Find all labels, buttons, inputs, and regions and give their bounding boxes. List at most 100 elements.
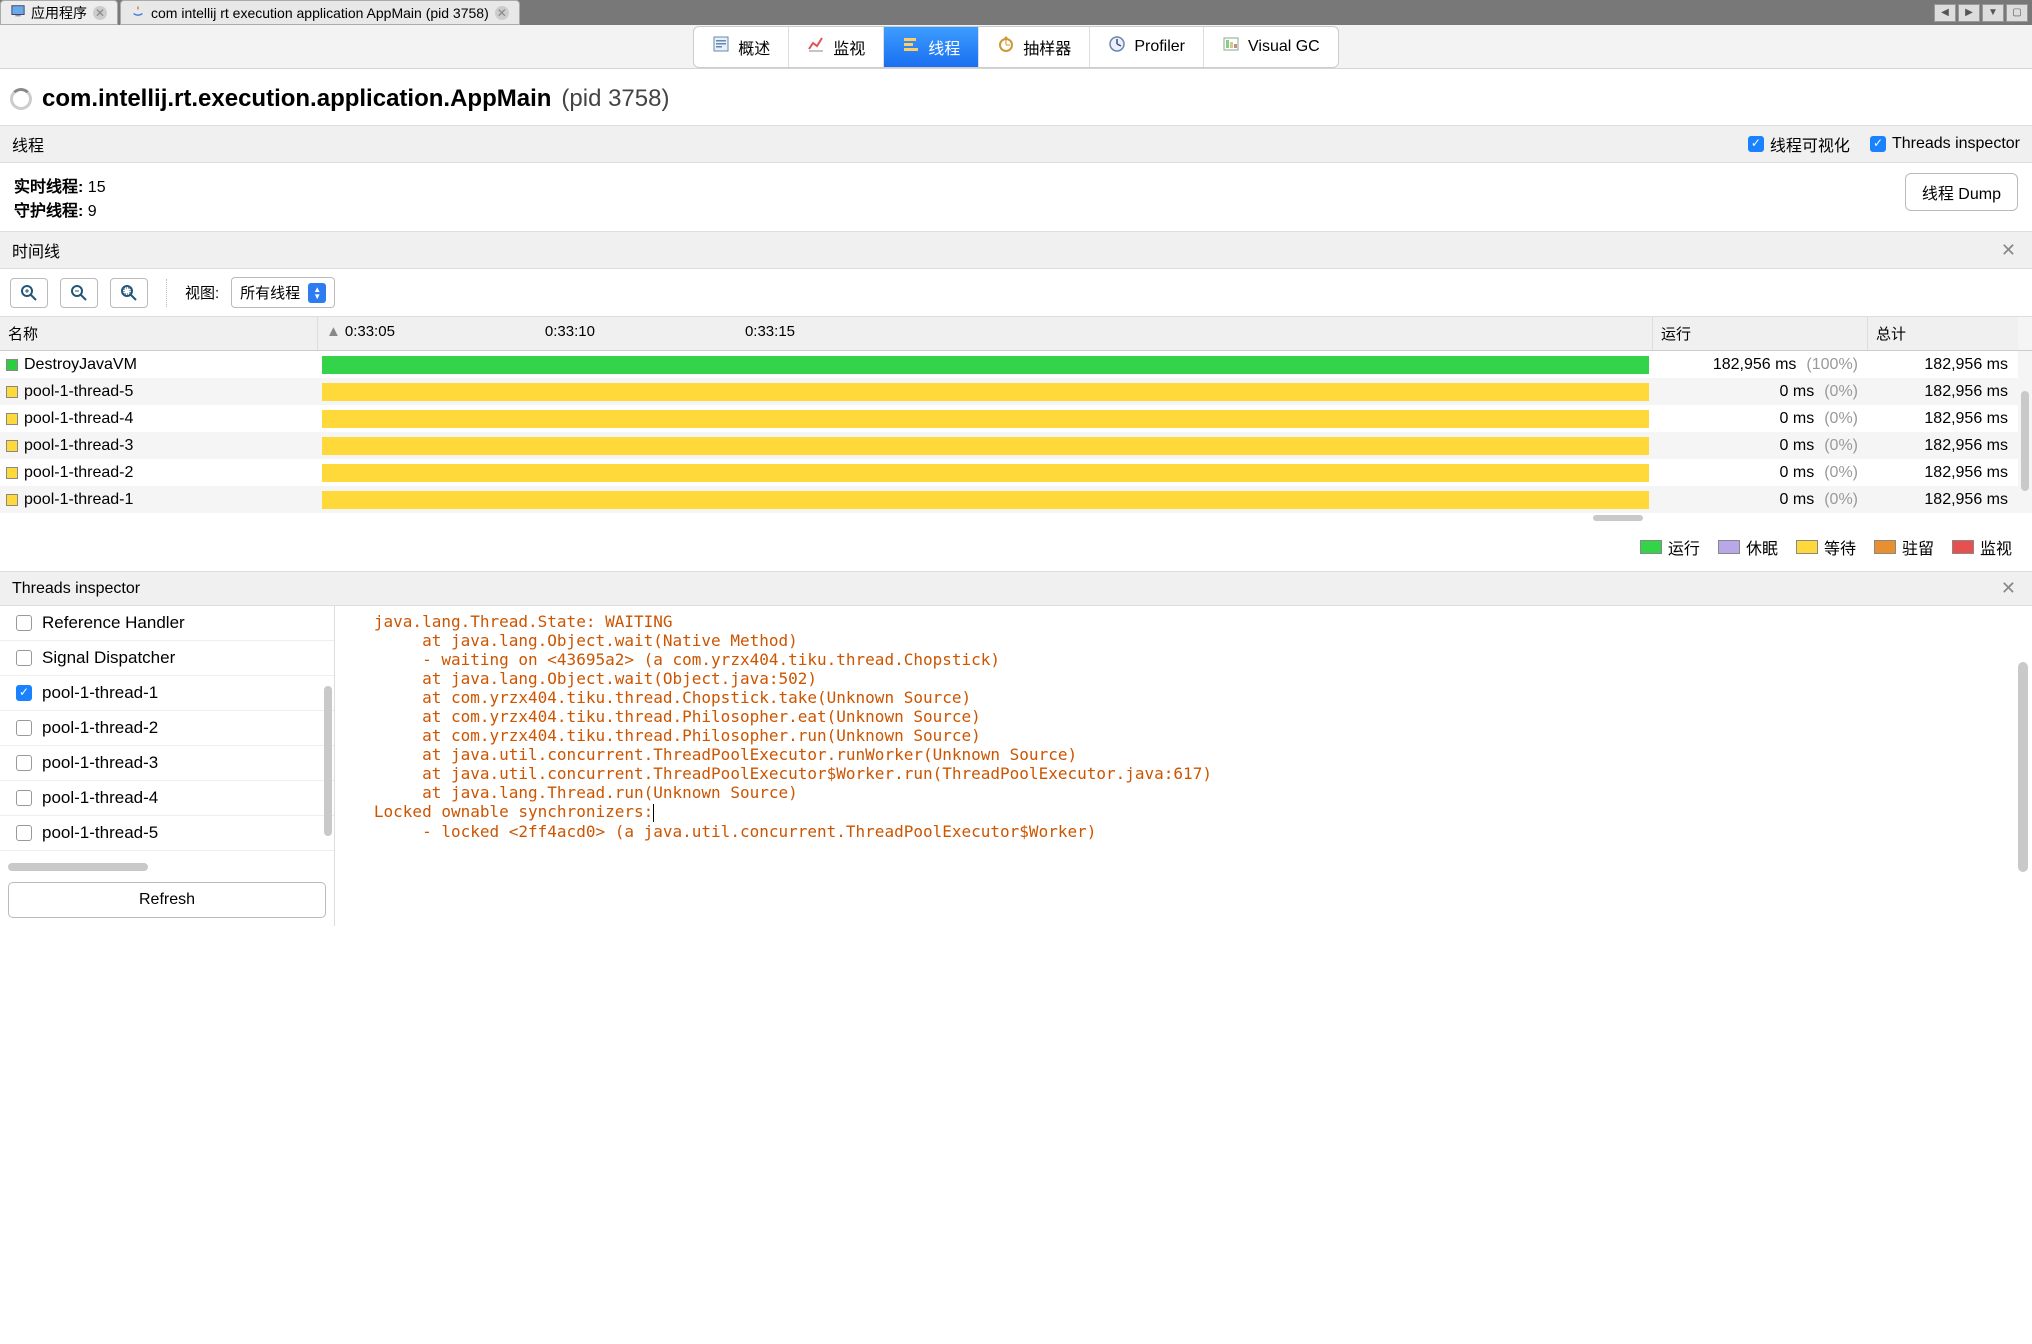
table-row[interactable]: pool-1-thread-50 ms(0%)182,956 ms [0,378,2018,405]
thread-table-header: 名称 ▲0:33:05 0:33:10 0:33:15 运行 总计 [0,317,2032,351]
overview-icon [712,35,730,58]
nav-back-button[interactable]: ◀ [1934,4,1956,22]
maximize-button[interactable]: ▢ [2006,4,2028,22]
subtab-visualgc[interactable]: Visual GC [1204,27,1338,67]
live-threads-label: 实时线程: [14,179,83,196]
zoom-out-button[interactable] [60,278,98,308]
vertical-scrollbar[interactable] [322,606,334,850]
checkbox-icon[interactable] [16,615,32,631]
subtab-monitor[interactable]: 监视 [789,27,884,67]
subtab-profiler[interactable]: Profiler [1090,27,1204,67]
col-timeline[interactable]: ▲0:33:05 0:33:10 0:33:15 [318,317,1653,350]
col-name[interactable]: 名称 [0,317,318,350]
col-total[interactable]: 总计 [1868,317,2018,350]
subtab-label: Profiler [1134,38,1185,56]
total-time: 182,956 ms [1868,489,2018,511]
run-pct: (0%) [1824,383,1858,401]
checkbox-icon[interactable] [16,790,32,806]
subtab-label: Visual GC [1248,38,1320,56]
close-icon[interactable]: ✕ [93,6,107,20]
table-row[interactable]: pool-1-thread-40 ms(0%)182,956 ms [0,405,2018,432]
thread-dump-button[interactable]: 线程 Dump [1905,173,2018,211]
thread-name: pool-1-thread-2 [24,464,133,482]
thread-label: pool-1-thread-5 [42,823,158,843]
vertical-scrollbar[interactable] [2018,351,2032,513]
table-row[interactable]: DestroyJavaVM182,956 ms(100%)182,956 ms [0,351,2018,378]
scrollbar-thumb[interactable] [324,686,332,836]
list-item[interactable]: pool-1-thread-5 [0,816,334,851]
scrollbar-thumb[interactable] [8,863,148,871]
visualize-checkbox[interactable]: 线程可视化 [1748,132,1850,156]
view-label: 视图: [185,282,219,303]
computer-icon [11,4,25,21]
scrollbar-thumb[interactable] [2021,391,2029,491]
subtab-label: 概述 [738,35,770,59]
tab-label: 应用程序 [31,3,87,23]
zoom-in-button[interactable] [10,278,48,308]
select-value: 所有线程 [240,282,300,303]
table-row[interactable]: pool-1-thread-20 ms(0%)182,956 ms [0,459,2018,486]
table-row[interactable]: pool-1-thread-10 ms(0%)182,956 ms [0,486,2018,513]
nav-forward-button[interactable]: ▶ [1958,4,1980,22]
checkbox-icon[interactable] [16,720,32,736]
inspector-body: Reference Handler Signal Dispatcher pool-1… [0,606,2032,926]
inspector-checkbox[interactable]: Threads inspector [1870,135,2020,153]
list-item[interactable]: Reference Handler [0,606,334,641]
timeline-bar [322,356,1649,374]
thread-name: pool-1-thread-4 [24,410,133,428]
timeline-bar [322,410,1649,428]
stacktrace-pane[interactable]: java.lang.Thread.State: WAITING at java.… [335,606,2032,926]
checkbox-icon[interactable] [16,755,32,771]
close-icon[interactable]: ✕ [1997,240,2020,261]
tab-appmain[interactable]: com intellij rt execution application Ap… [120,0,520,25]
time-tick: 0:33:05 [345,323,395,340]
chart-icon [807,35,825,58]
list-item[interactable]: pool-1-thread-4 [0,781,334,816]
refresh-button[interactable]: Refresh [8,882,326,918]
list-item[interactable]: pool-1-thread-1 [0,676,334,711]
time-tick: 0:33:15 [745,323,795,344]
legend-wait: 等待 [1796,535,1856,559]
subtab-label: 抽样器 [1023,35,1071,59]
state-color-icon [6,413,18,425]
checkbox-icon[interactable] [16,825,32,841]
zoom-fit-button[interactable] [110,278,148,308]
close-icon[interactable]: ✕ [1997,578,2020,599]
state-color-icon [6,359,18,371]
thread-label: pool-1-thread-3 [42,753,158,773]
list-item[interactable]: pool-1-thread-2 [0,711,334,746]
timeline-toolbar: 视图: 所有线程 ▲▼ [0,269,2032,317]
horizontal-scrollbar[interactable] [318,513,1653,523]
tab-label: com intellij rt execution application Ap… [151,5,489,21]
table-row[interactable]: pool-1-thread-30 ms(0%)182,956 ms [0,432,2018,459]
subtab-overview[interactable]: 概述 [694,27,789,67]
list-item[interactable]: Signal Dispatcher [0,641,334,676]
tab-applications[interactable]: 应用程序 ✕ [0,0,118,25]
state-color-icon [6,386,18,398]
col-run[interactable]: 运行 [1653,317,1868,350]
scrollbar-thumb[interactable] [2018,662,2028,872]
legend-sleep: 休眠 [1718,535,1778,559]
close-icon[interactable]: ✕ [495,6,509,20]
view-select[interactable]: 所有线程 ▲▼ [231,277,335,308]
timeline-bar [322,383,1649,401]
text-cursor [653,804,654,822]
checkbox-icon[interactable] [16,685,32,701]
checkbox-icon [1870,136,1886,152]
minimize-button[interactable]: ▼ [1982,4,2004,22]
daemon-threads-value: 9 [88,203,97,220]
subtab-threads[interactable]: 线程 [884,27,979,67]
horizontal-scrollbar[interactable] [8,862,326,872]
list-item[interactable]: pool-1-thread-3 [0,746,334,781]
thread-stats: 实时线程: 15 守护线程: 9 线程 Dump [0,163,2032,231]
checkbox-icon[interactable] [16,650,32,666]
clock-icon [1108,35,1126,58]
run-time: 0 ms [1780,437,1815,455]
thread-label: Signal Dispatcher [42,648,175,668]
state-color-icon [6,467,18,479]
scrollbar-thumb[interactable] [1593,515,1643,521]
separator [166,279,167,307]
subtab-sampler[interactable]: 抽样器 [979,27,1090,67]
timeline-header: 时间线 ✕ [0,231,2032,269]
total-time: 182,956 ms [1868,408,2018,430]
